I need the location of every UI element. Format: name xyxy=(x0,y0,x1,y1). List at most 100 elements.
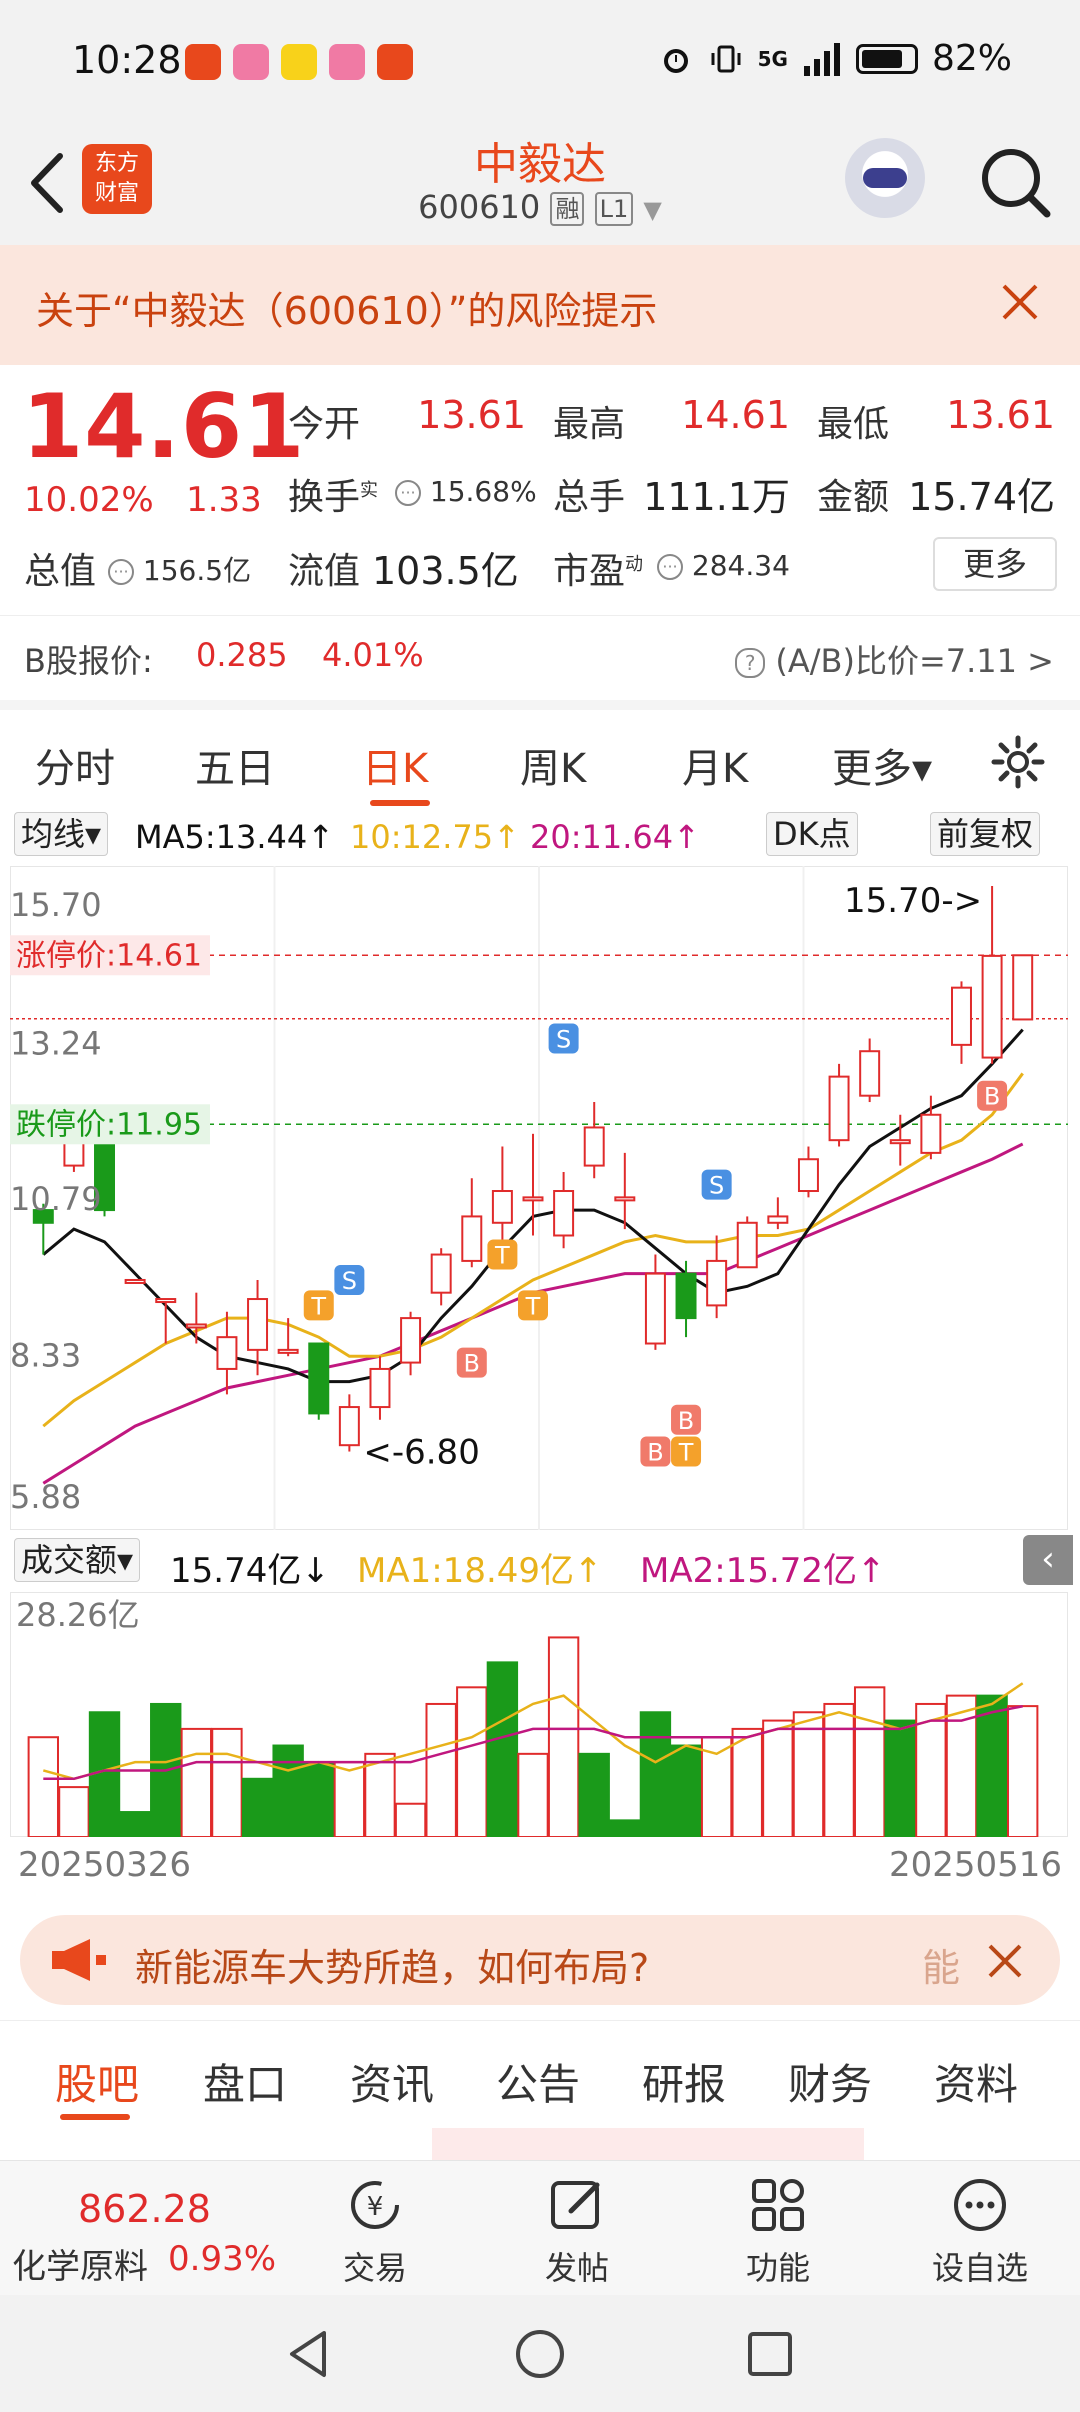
tab-forum[interactable]: 股吧 xyxy=(55,2051,139,2112)
candle-body xyxy=(216,1336,238,1370)
volume-bar xyxy=(853,1686,886,1837)
close-icon[interactable] xyxy=(985,1941,1025,1981)
edit-icon xyxy=(551,2181,600,2229)
volume-bar xyxy=(303,1761,335,1837)
info-icon[interactable]: ··· xyxy=(395,480,421,506)
high-value: 14.61 xyxy=(681,393,790,437)
risk-warning-text: 关于“中毅达（600610）”的风险提示 xyxy=(36,289,658,333)
candlestick-chart[interactable]: TSBBTTSB TSB 15.7013.2410.798.335.88涨停价:1… xyxy=(10,866,1068,1530)
info-icon-3[interactable]: ··· xyxy=(657,554,683,580)
tab-five-day[interactable]: 五日 xyxy=(195,736,275,794)
tab-daily-k[interactable]: 日K xyxy=(362,736,428,794)
tab-more[interactable]: 更多▾ xyxy=(832,736,932,794)
add-watchlist-label: 设自选 xyxy=(931,2249,1028,2287)
sector-index-value: 862.28 xyxy=(78,2187,211,2231)
candle-body xyxy=(338,1406,360,1447)
dk-point-toggle[interactable]: DK点 xyxy=(766,812,858,856)
tab-monthly-k[interactable]: 月K xyxy=(682,736,748,794)
candle-body xyxy=(950,986,972,1046)
ai-assistant-avatar[interactable] xyxy=(845,138,925,218)
function-label: 功能 xyxy=(745,2249,810,2287)
svg-text:¥: ¥ xyxy=(367,2192,384,2222)
tab-profile[interactable]: 资料 xyxy=(934,2051,1018,2112)
volume-bar xyxy=(547,1636,580,1837)
end-date: 20250516 xyxy=(888,1845,1062,1885)
start-date: 20250326 xyxy=(18,1845,192,1885)
volume-bar xyxy=(609,1819,641,1837)
candle-body xyxy=(706,1259,728,1307)
tab-financials[interactable]: 财务 xyxy=(788,2051,872,2112)
tab-research[interactable]: 研报 xyxy=(642,2051,726,2112)
ma-selector[interactable]: 均线▾ xyxy=(14,812,109,856)
tab-order-book[interactable]: 盘口 xyxy=(203,2051,287,2112)
nav-back-icon[interactable] xyxy=(282,2327,336,2381)
signal-t: T xyxy=(671,1436,702,1467)
float-cap-label: 流值 xyxy=(288,551,361,592)
candle-body xyxy=(797,1158,819,1193)
volume-bar xyxy=(823,1702,855,1837)
adjust-selector[interactable]: 前复权 xyxy=(930,812,1041,856)
trade-label: 交易 xyxy=(342,2249,407,2287)
pinduoduo-app-icon xyxy=(329,44,365,80)
volume-bar xyxy=(731,1727,763,1837)
tab-news[interactable]: 资讯 xyxy=(350,2051,434,2112)
function-button[interactable]: 功能 xyxy=(708,2173,848,2289)
signal-label: S xyxy=(556,1026,571,1054)
ma20-value: 20:11.64↑ xyxy=(530,818,700,856)
promo-banner[interactable]: 新能源车大势所趋，如何布局? 能 xyxy=(20,1915,1060,2005)
b-share-row[interactable]: B股报价: 0.285 4.01% ? (A/B)比价=7.11 > xyxy=(0,615,1080,690)
y-tick-label: 8.33 xyxy=(10,1336,81,1374)
total-cap-wrap: ··· 156.5亿 xyxy=(108,549,251,589)
b-share-pct: 4.01% xyxy=(322,636,424,674)
nav-recents-icon[interactable] xyxy=(743,2327,797,2381)
trade-button[interactable]: ¥ 交易 xyxy=(305,2173,445,2289)
more-dots-icon xyxy=(954,2179,1006,2231)
y-tick-label: 10.79 xyxy=(10,1180,102,1218)
sector-index[interactable]: 862.28 化学原料 0.93% xyxy=(0,2161,290,2296)
promo-tail: 能 xyxy=(922,1946,961,1990)
taobao-app-icon xyxy=(185,44,221,80)
signal-label: T xyxy=(494,1242,510,1270)
turnover-value: 15.68% xyxy=(429,475,537,508)
volume-selector[interactable]: 成交额▾ xyxy=(14,1538,141,1582)
tab-weekly-k[interactable]: 周K xyxy=(520,736,586,794)
taobao-app-icon-2 xyxy=(377,44,413,80)
notification-icons xyxy=(185,44,413,80)
tab-announcements[interactable]: 公告 xyxy=(496,2051,580,2112)
signal-b: B xyxy=(456,1347,487,1378)
signal-label: B xyxy=(464,1350,480,1378)
signal-b: B xyxy=(977,1080,1008,1111)
candle-body xyxy=(920,1113,942,1154)
close-icon[interactable] xyxy=(998,280,1042,324)
collapse-panel-icon[interactable]: ‹ xyxy=(1023,1535,1073,1585)
more-button[interactable]: 更多 xyxy=(933,537,1057,591)
volume-chart[interactable]: 28.26亿 xyxy=(10,1592,1068,1837)
info-icon-2[interactable]: ··· xyxy=(108,559,134,585)
turnover-label-text: 换手 xyxy=(288,477,361,518)
post-button[interactable]: 发帖 xyxy=(507,2173,647,2289)
price-change: 10.02% 1.33 xyxy=(24,480,262,520)
pe-wrap: ··· 284.34 xyxy=(657,549,790,582)
search-icon[interactable] xyxy=(975,142,1055,222)
candle-body xyxy=(767,1215,789,1224)
last-price: 14.61 xyxy=(22,375,306,478)
risk-warning-banner[interactable]: 关于“中毅达（600610）”的风险提示 xyxy=(0,245,1080,365)
volume-bar xyxy=(762,1719,794,1837)
signal-s: S xyxy=(701,1169,732,1200)
add-watchlist-button[interactable]: 设自选 xyxy=(910,2173,1050,2289)
candle-body xyxy=(981,954,1003,1059)
candle-body xyxy=(247,1298,269,1351)
signal-label: B xyxy=(984,1083,1000,1111)
tab-intraday[interactable]: 分时 xyxy=(35,736,115,794)
candle-body xyxy=(124,1278,146,1284)
candle-body xyxy=(400,1317,422,1364)
candle-body xyxy=(553,1190,575,1237)
bottom-toolbar: 862.28 化学原料 0.93% ¥ 交易 发帖 功能 设自选 xyxy=(0,2160,1080,2295)
signal-s: S xyxy=(548,1023,579,1054)
gear-icon[interactable] xyxy=(990,734,1046,790)
volume-indicator-bar: 成交额▾ 15.74亿↓ MA1:18.49亿↑ MA2:15.72亿↑ ‹ xyxy=(0,1535,1080,1591)
candle-body xyxy=(736,1221,758,1269)
limit-up-label: 涨停价:14.61 xyxy=(16,938,202,973)
nav-home-icon[interactable] xyxy=(513,2327,567,2381)
ab-ratio[interactable]: ? (A/B)比价=7.11 > xyxy=(735,636,1054,682)
